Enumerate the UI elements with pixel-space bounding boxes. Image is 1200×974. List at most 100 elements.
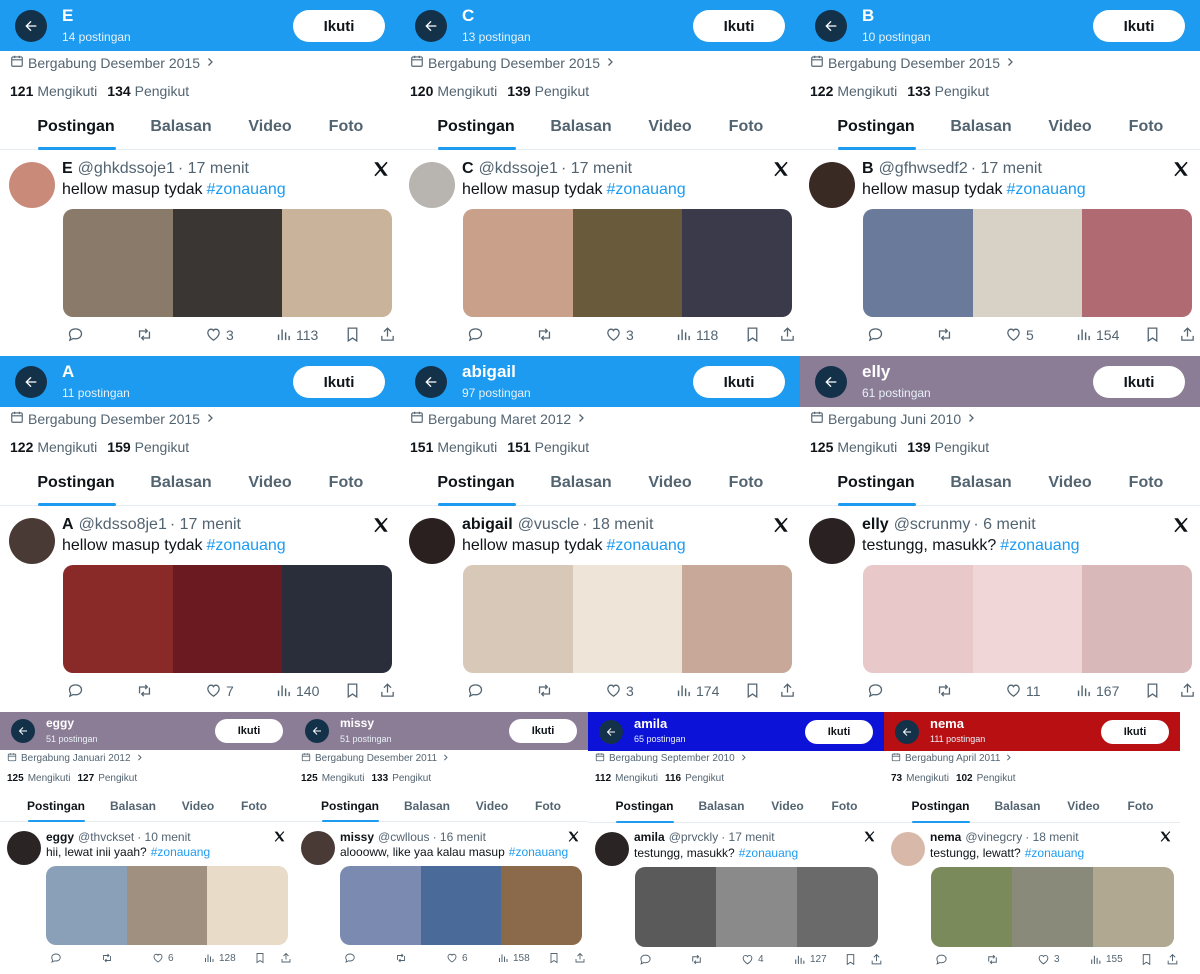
avatar[interactable] xyxy=(409,518,455,564)
tab-balasan[interactable]: Balasan xyxy=(688,799,755,813)
like-button[interactable]: 7 xyxy=(201,682,234,699)
reply-button[interactable] xyxy=(463,682,484,699)
tab-foto[interactable]: Foto xyxy=(515,799,581,813)
media-image-3[interactable] xyxy=(682,209,792,317)
like-button[interactable]: 3 xyxy=(601,682,634,699)
retweet-button[interactable] xyxy=(932,682,953,699)
tweet-media[interactable] xyxy=(635,867,878,947)
reply-button[interactable] xyxy=(635,953,652,966)
bookmark-button[interactable] xyxy=(840,953,857,966)
media-image-1[interactable] xyxy=(340,866,421,945)
media-image-3[interactable] xyxy=(1093,867,1174,947)
reply-button[interactable] xyxy=(63,326,84,343)
like-button[interactable]: 3 xyxy=(601,326,634,343)
tab-foto[interactable]: Foto xyxy=(301,118,391,136)
media-image-1[interactable] xyxy=(463,565,573,673)
back-button[interactable] xyxy=(11,719,35,743)
views-button[interactable]: 174 xyxy=(671,682,719,699)
tweet-media[interactable] xyxy=(46,866,288,945)
tab-foto[interactable]: Foto xyxy=(701,474,791,492)
reply-button[interactable] xyxy=(46,952,62,964)
followers-count[interactable]: 133 xyxy=(372,773,389,784)
tab-foto[interactable]: Foto xyxy=(1101,474,1191,492)
media-image-1[interactable] xyxy=(63,565,173,673)
views-button[interactable]: 113 xyxy=(271,326,318,343)
following-count[interactable]: 121 xyxy=(10,83,33,99)
tweet-media[interactable] xyxy=(931,867,1174,947)
tab-postingan[interactable]: Postingan xyxy=(31,474,121,492)
media-image-1[interactable] xyxy=(463,209,573,317)
media-image-1[interactable] xyxy=(863,209,973,317)
views-button[interactable]: 154 xyxy=(1071,326,1119,343)
author-name[interactable]: nema xyxy=(930,830,961,844)
author-name[interactable]: amila xyxy=(634,830,665,844)
media-image-1[interactable] xyxy=(931,867,1012,947)
avatar[interactable] xyxy=(301,831,335,865)
followers-count[interactable]: 139 xyxy=(507,83,530,99)
tweet-media[interactable] xyxy=(463,209,792,317)
hashtag-link[interactable]: #zonauang xyxy=(1025,846,1084,860)
back-button[interactable] xyxy=(15,10,47,42)
hashtag-link[interactable]: #zonauang xyxy=(509,845,568,859)
follow-button[interactable]: Ikuti xyxy=(215,719,283,743)
bookmark-button[interactable] xyxy=(1140,326,1161,343)
views-button[interactable]: 128 xyxy=(199,952,236,964)
author-name[interactable]: A xyxy=(62,516,74,533)
following-count[interactable]: 125 xyxy=(810,439,833,455)
following-count[interactable]: 122 xyxy=(10,439,33,455)
follow-button[interactable]: Ikuti xyxy=(805,720,873,744)
tab-postingan[interactable]: Postingan xyxy=(831,474,921,492)
back-button[interactable] xyxy=(599,720,623,744)
retweet-button[interactable] xyxy=(686,953,703,966)
media-image-2[interactable] xyxy=(972,565,1083,673)
back-button[interactable] xyxy=(895,720,919,744)
tab-foto[interactable]: Foto xyxy=(701,118,791,136)
bookmark-button[interactable] xyxy=(340,326,361,343)
back-button[interactable] xyxy=(815,10,847,42)
share-button[interactable] xyxy=(775,682,796,699)
hashtag-link[interactable]: #zonauang xyxy=(607,181,686,198)
avatar[interactable] xyxy=(595,832,629,866)
media-image-1[interactable] xyxy=(46,866,127,945)
tab-postingan[interactable]: Postingan xyxy=(431,474,521,492)
follow-button[interactable]: Ikuti xyxy=(293,366,385,398)
tab-postingan[interactable]: Postingan xyxy=(317,799,383,813)
tab-balasan[interactable]: Balasan xyxy=(936,474,1026,492)
share-button[interactable] xyxy=(276,952,292,964)
reply-button[interactable] xyxy=(863,682,884,699)
tab-balasan[interactable]: Balasan xyxy=(984,799,1051,813)
media-image-3[interactable] xyxy=(282,565,392,673)
retweet-button[interactable] xyxy=(132,326,153,343)
retweet-button[interactable] xyxy=(532,682,553,699)
author-name[interactable]: abigail xyxy=(462,516,513,533)
views-button[interactable]: 127 xyxy=(789,953,827,966)
media-image-3[interactable] xyxy=(207,866,288,945)
author-name[interactable]: eggy xyxy=(46,830,74,844)
author-name[interactable]: C xyxy=(462,160,474,177)
following-count[interactable]: 151 xyxy=(410,439,433,455)
share-button[interactable] xyxy=(1175,326,1196,343)
follow-button[interactable]: Ikuti xyxy=(509,719,577,743)
tab-balasan[interactable]: Balasan xyxy=(536,118,626,136)
tab-foto[interactable]: Foto xyxy=(301,474,391,492)
hashtag-link[interactable]: #zonauang xyxy=(1000,537,1079,554)
followers-count[interactable]: 133 xyxy=(907,83,930,99)
back-button[interactable] xyxy=(415,10,447,42)
retweet-button[interactable] xyxy=(932,326,953,343)
author-name[interactable]: E xyxy=(62,160,73,177)
followers-count[interactable]: 159 xyxy=(107,439,130,455)
following-count[interactable]: 125 xyxy=(301,773,318,784)
media-image-3[interactable] xyxy=(682,565,792,673)
avatar[interactable] xyxy=(809,162,855,208)
like-button[interactable]: 6 xyxy=(148,952,174,964)
avatar[interactable] xyxy=(409,162,455,208)
retweet-button[interactable] xyxy=(391,952,407,964)
tweet-media[interactable] xyxy=(63,209,392,317)
tweet-media[interactable] xyxy=(463,565,792,673)
share-button[interactable] xyxy=(375,682,396,699)
followers-count[interactable]: 139 xyxy=(907,439,930,455)
media-image-1[interactable] xyxy=(863,565,973,673)
share-button[interactable] xyxy=(1175,682,1196,699)
views-button[interactable]: 167 xyxy=(1071,682,1119,699)
media-image-2[interactable] xyxy=(572,209,683,317)
